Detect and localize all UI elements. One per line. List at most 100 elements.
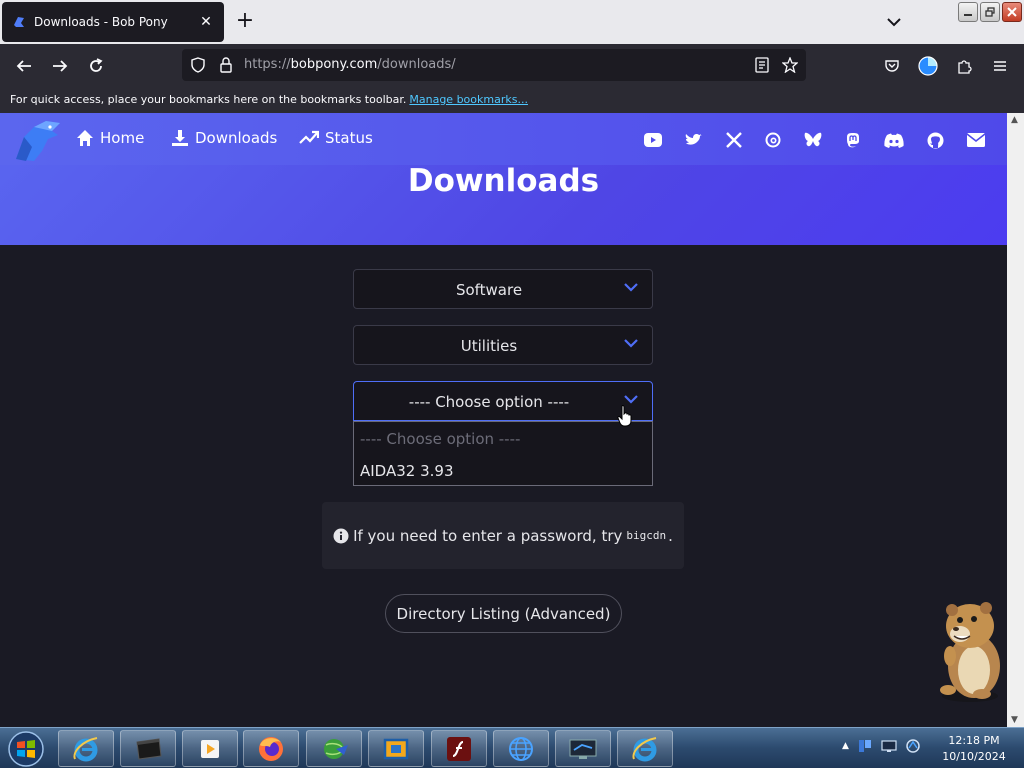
taskbar-media-player[interactable] bbox=[182, 730, 238, 767]
virtualbox-icon bbox=[383, 738, 409, 759]
minimize-button[interactable] bbox=[958, 2, 978, 22]
hero-banner: Home Downloads Status Downloads bbox=[0, 113, 1007, 245]
scroll-up-icon[interactable]: ▲ bbox=[1011, 115, 1018, 125]
download-icon bbox=[172, 130, 188, 146]
tab-close-icon[interactable]: ✕ bbox=[198, 14, 214, 30]
item-select[interactable]: ---- Choose option ---- bbox=[353, 381, 653, 421]
discord-icon[interactable] bbox=[884, 130, 904, 150]
extensions-button[interactable] bbox=[950, 52, 978, 80]
youtube-icon[interactable] bbox=[643, 130, 663, 150]
taskbar-internet-explorer-2[interactable] bbox=[617, 730, 673, 767]
reload-button[interactable] bbox=[82, 52, 110, 80]
twitter-icon[interactable] bbox=[684, 130, 704, 150]
scroll-down-icon[interactable]: ▼ bbox=[1011, 715, 1018, 725]
firefox-icon bbox=[259, 736, 283, 761]
hand-cursor-icon bbox=[617, 405, 632, 427]
show-hidden-icons-icon[interactable]: ▲ bbox=[842, 741, 849, 751]
category-select-value: Software bbox=[455, 281, 523, 299]
bluesky-icon[interactable] bbox=[803, 130, 823, 150]
system-clock[interactable]: 12:18 PM 10/10/2024 bbox=[938, 733, 1010, 765]
dropdown-option-aida32[interactable]: AIDA32 3.93 bbox=[360, 462, 454, 480]
url-path: /downloads/ bbox=[377, 57, 456, 72]
clock-time: 12:18 PM bbox=[948, 734, 1000, 747]
back-button[interactable] bbox=[10, 52, 38, 80]
address-bar[interactable]: https://bobpony.com/downloads/ bbox=[182, 49, 806, 81]
page-scrollbar[interactable]: ▲ ▼ bbox=[1007, 113, 1024, 727]
nav-status[interactable]: Status bbox=[299, 129, 373, 147]
bookmark-star-icon[interactable] bbox=[780, 55, 800, 75]
mastodon-icon[interactable] bbox=[843, 130, 863, 150]
new-tab-button[interactable]: + bbox=[232, 8, 258, 36]
action-center-flag-icon[interactable] bbox=[857, 738, 873, 754]
nav-downloads[interactable]: Downloads bbox=[171, 129, 277, 147]
taskbar-remote-desktop[interactable] bbox=[555, 730, 611, 767]
trending-up-icon bbox=[299, 130, 319, 144]
forward-arrow-icon bbox=[53, 60, 68, 72]
directory-listing-button[interactable]: Directory Listing (Advanced) bbox=[385, 594, 622, 633]
close-window-button[interactable] bbox=[1002, 2, 1022, 22]
dropdown-option-placeholder[interactable]: ---- Choose option ---- bbox=[360, 430, 520, 448]
item-select-dropdown: ---- Choose option ---- AIDA32 3.93 bbox=[353, 421, 653, 486]
window-controls bbox=[958, 2, 1022, 22]
taskbar-flash[interactable] bbox=[431, 730, 487, 767]
volume-network-icon[interactable] bbox=[905, 738, 921, 754]
monitor-icon[interactable] bbox=[881, 738, 897, 754]
chevron-down-icon bbox=[624, 283, 638, 292]
restore-button[interactable] bbox=[980, 2, 1000, 22]
tab-active[interactable]: Downloads - Bob Pony ✕ bbox=[2, 2, 224, 42]
password-notice: If you need to enter a password, try big… bbox=[322, 502, 684, 569]
subcategory-select-value: Utilities bbox=[460, 337, 518, 355]
reload-icon bbox=[90, 58, 103, 72]
taskbar-terminal[interactable] bbox=[120, 730, 176, 767]
hamster-mascot-image[interactable] bbox=[930, 598, 1006, 704]
lock-icon[interactable] bbox=[216, 55, 236, 75]
list-all-tabs-icon[interactable] bbox=[882, 10, 906, 34]
tab-title: Downloads - Bob Pony bbox=[34, 15, 168, 29]
manage-bookmarks-link[interactable]: Manage bookmarks... bbox=[409, 93, 528, 106]
pocket-icon bbox=[885, 60, 899, 72]
bookmarks-hint: For quick access, place your bookmarks h… bbox=[10, 93, 407, 106]
subcategory-select[interactable]: Utilities bbox=[353, 325, 653, 365]
media-player-icon bbox=[201, 739, 219, 758]
remote-desktop-icon bbox=[569, 739, 597, 759]
chevron-down-icon bbox=[624, 395, 638, 404]
site-navbar: Home Downloads Status bbox=[0, 113, 1007, 165]
nav-status-label: Status bbox=[325, 129, 373, 147]
taskbar-firefox[interactable] bbox=[243, 730, 299, 767]
tracking-protection-icon[interactable] bbox=[188, 55, 208, 75]
nav-downloads-label: Downloads bbox=[195, 129, 278, 147]
reader-view-icon[interactable] bbox=[752, 55, 772, 75]
nav-home[interactable]: Home bbox=[76, 129, 144, 147]
start-button[interactable] bbox=[6, 730, 46, 768]
firefox-account-button[interactable] bbox=[914, 52, 942, 80]
page-viewport: Home Downloads Status Downloads Software… bbox=[0, 113, 1007, 727]
threads-icon[interactable] bbox=[763, 130, 783, 150]
chevron-down-icon bbox=[624, 339, 638, 348]
taskbar-virtualbox[interactable] bbox=[368, 730, 424, 767]
bobpony-favicon bbox=[14, 17, 24, 27]
item-select-value: ---- Choose option ---- bbox=[408, 393, 570, 411]
url-text[interactable]: https://bobpony.com/downloads/ bbox=[244, 57, 456, 72]
system-tray: ▲ bbox=[842, 738, 921, 754]
internet-explorer-icon bbox=[73, 736, 98, 761]
home-icon bbox=[77, 130, 93, 146]
network-globe-icon bbox=[324, 738, 348, 759]
windows-taskbar: ▲ 12:18 PM 10/10/2024 bbox=[0, 727, 1024, 768]
flash-icon bbox=[447, 736, 471, 761]
notice-period: . bbox=[668, 526, 673, 545]
hamburger-menu-icon bbox=[994, 61, 1006, 71]
url-scheme: https:// bbox=[244, 57, 291, 72]
app-menu-button[interactable] bbox=[986, 52, 1014, 80]
email-icon[interactable] bbox=[966, 130, 986, 150]
taskbar-network-globe[interactable] bbox=[306, 730, 362, 767]
taskbar-globe[interactable] bbox=[493, 730, 549, 767]
github-icon[interactable] bbox=[925, 130, 945, 150]
pocket-button[interactable] bbox=[878, 52, 906, 80]
globe-icon bbox=[509, 736, 533, 761]
x-icon[interactable] bbox=[724, 130, 744, 150]
taskbar-internet-explorer[interactable] bbox=[58, 730, 114, 767]
back-arrow-icon bbox=[16, 60, 31, 72]
bobpony-logo[interactable] bbox=[12, 117, 64, 165]
forward-button[interactable] bbox=[46, 52, 74, 80]
category-select[interactable]: Software bbox=[353, 269, 653, 309]
